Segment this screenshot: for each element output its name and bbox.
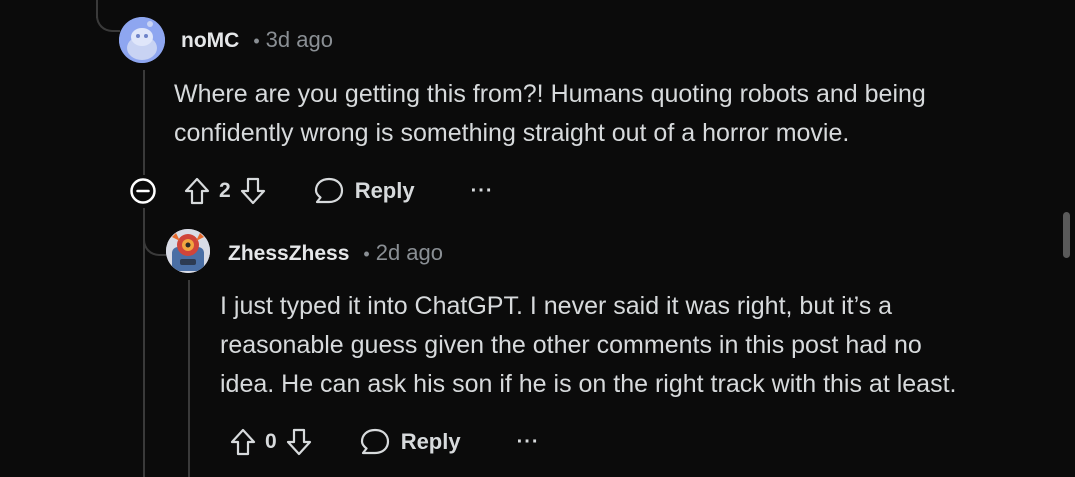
comment-text-line: confidently wrong is something straight … [174, 119, 850, 147]
upvote-arrow-icon [184, 177, 210, 205]
reply-thread-line[interactable] [188, 280, 190, 477]
reply-label: Reply [400, 429, 461, 454]
avatar[interactable] [166, 229, 210, 273]
username[interactable]: ZhessZhess [228, 242, 349, 266]
comment-thread-line[interactable] [143, 70, 145, 175]
reply-bubble-icon [360, 428, 389, 455]
separator-dot: • [363, 244, 370, 264]
username[interactable]: noMC [181, 29, 239, 53]
upvote-arrow-icon [230, 428, 256, 456]
more-options-button[interactable]: ··· [471, 180, 494, 203]
reddit-snoo-icon [119, 17, 165, 63]
downvote-arrow-icon [240, 177, 265, 205]
timestamp[interactable]: 2d ago [376, 240, 443, 266]
upvote-button[interactable] [183, 176, 211, 206]
comment-text-line: Where are you getting this from?! Humans… [174, 80, 926, 108]
downvote-button[interactable] [285, 427, 313, 457]
comment-actions: 2 Reply ··· [129, 171, 494, 211]
downvote-arrow-icon [286, 428, 311, 456]
more-options-button[interactable]: ··· [517, 431, 540, 454]
reply-label: Reply [354, 178, 415, 203]
comment-body: I just typed it into ChatGPT. I never sa… [220, 287, 956, 404]
vote-score: 2 [219, 179, 231, 202]
upvote-button[interactable] [229, 427, 257, 457]
parent-thread-curve [96, 0, 120, 32]
comment-actions: 0 Reply ··· [229, 422, 540, 462]
comment-text-line: reasonable guess given the other comment… [220, 331, 922, 359]
comment-meta: noMC • 3d ago [181, 27, 333, 53]
collapse-minus-icon [130, 178, 156, 204]
comment-meta: ZhessZhess • 2d ago [228, 240, 443, 266]
separator-dot: • [253, 31, 260, 51]
reply-button[interactable]: Reply [313, 176, 415, 206]
comment-body: Where are you getting this from?! Humans… [174, 75, 926, 153]
timestamp[interactable]: 3d ago [266, 27, 333, 53]
vote-score: 0 [265, 430, 277, 453]
reply-thread-curve [143, 208, 167, 256]
collapse-thread-button[interactable] [129, 177, 157, 205]
reply-button[interactable]: Reply [359, 427, 461, 457]
robot-avatar-icon [166, 229, 210, 273]
avatar[interactable] [119, 17, 165, 63]
scrollbar-thumb[interactable] [1063, 212, 1070, 258]
reply-bubble-icon [314, 177, 343, 204]
downvote-button[interactable] [239, 176, 267, 206]
comment-text-line: idea. He can ask his son if he is on the… [220, 370, 957, 398]
comment-text-line: I just typed it into ChatGPT. I never sa… [220, 292, 893, 320]
